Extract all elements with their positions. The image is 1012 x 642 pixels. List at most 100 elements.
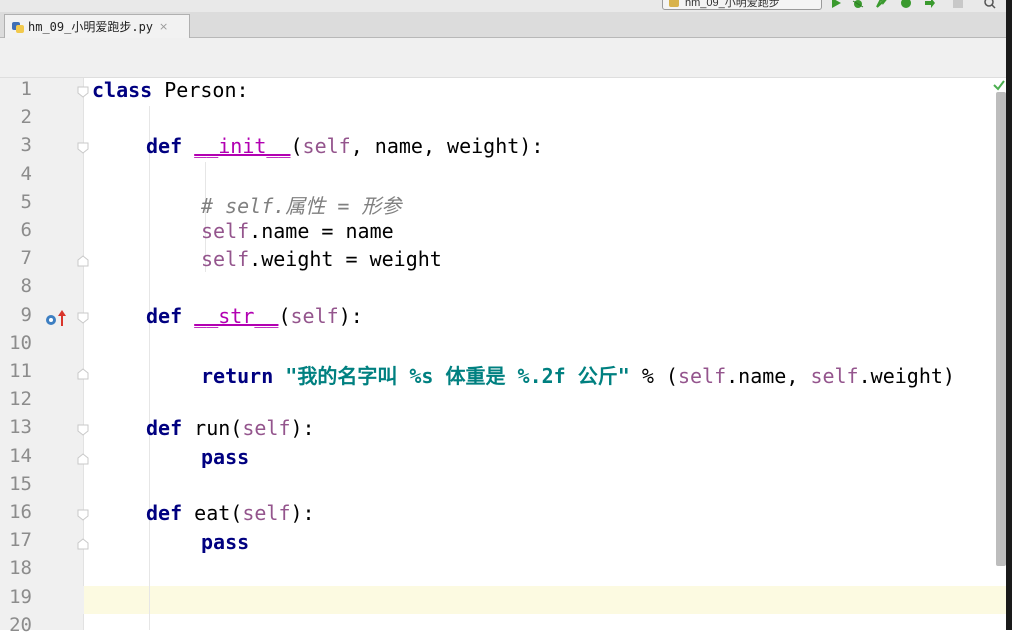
line-number: 1	[20, 78, 32, 100]
keyword: class	[92, 78, 153, 102]
line-number: 14	[9, 444, 32, 467]
inspection-ok-icon[interactable]	[992, 78, 1006, 92]
line-number: 6	[20, 219, 32, 241]
stop-icon[interactable]	[952, 0, 964, 9]
line-number: 4	[20, 162, 32, 185]
line-number: 8	[20, 275, 32, 298]
code-text: run(	[182, 416, 243, 440]
editor-tab-label: hm_09_小明爱跑步.py	[28, 20, 154, 34]
line-number: 10	[9, 331, 32, 354]
line-number: 16	[9, 501, 32, 523]
code-text: % (	[629, 364, 678, 388]
keyword: def	[146, 304, 183, 328]
keyword: pass	[201, 530, 250, 554]
code-text: eat(	[182, 501, 243, 525]
self-keyword: self	[810, 364, 859, 388]
code-text: ):	[338, 304, 363, 328]
python-file-icon	[12, 21, 24, 33]
code-line-17: pass	[201, 530, 249, 558]
editor-tab[interactable]: hm_09_小明爱跑步.py ×	[4, 14, 190, 38]
fold-collapse-icon[interactable]	[76, 78, 90, 106]
code-line-3: def __init__(self, name, weight):	[146, 134, 543, 162]
fold-end-icon[interactable]	[76, 445, 90, 473]
code-line-16: def eat(self):	[146, 501, 315, 529]
self-keyword: self	[201, 247, 250, 271]
fold-end-icon[interactable]	[76, 247, 90, 275]
code-line-14: pass	[201, 445, 249, 473]
coverage-icon[interactable]	[876, 0, 888, 9]
line-number: 5	[20, 190, 32, 213]
search-icon[interactable]	[984, 0, 996, 9]
self-keyword: self	[677, 364, 727, 388]
line-number: 13	[9, 416, 32, 439]
code-text: ):	[290, 416, 315, 440]
line-number: 19	[9, 585, 32, 608]
line-number: 20	[9, 613, 32, 636]
fold-collapse-icon[interactable]	[76, 304, 90, 332]
python-config-icon	[669, 0, 679, 7]
profile-icon[interactable]	[900, 0, 912, 9]
self-keyword: self	[242, 501, 291, 525]
editor-tab-bar: hm_09_小明爱跑步.py ×	[0, 12, 1012, 38]
run-icon[interactable]	[830, 0, 842, 9]
magic-method-name: __str__	[194, 304, 279, 328]
magic-method-name: __init__	[194, 134, 291, 158]
override-method-icon[interactable]	[44, 309, 70, 329]
code-text: Person:	[152, 78, 249, 102]
keyword: def	[146, 501, 183, 525]
string-literal: "我的名字叫 %s 体重是 %.2f 公斤"	[285, 364, 630, 388]
code-text: .name,	[726, 364, 811, 388]
keyword: return	[201, 364, 274, 388]
line-number: 15	[9, 472, 32, 495]
main-toolbar: hm_09_小明爱跑步	[0, 0, 1012, 12]
close-tab-icon[interactable]: ×	[159, 20, 168, 33]
code-text: , name, weight):	[350, 134, 544, 158]
indent-guide	[149, 106, 150, 630]
self-keyword: self	[302, 134, 351, 158]
line-number: 7	[20, 247, 32, 270]
code-line-9: def __str__(self):	[146, 304, 363, 332]
fold-end-icon[interactable]	[76, 530, 90, 558]
fold-collapse-icon[interactable]	[76, 501, 90, 529]
self-keyword: self	[242, 416, 291, 440]
code-line-13: def run(self):	[146, 416, 315, 444]
code-line-7: self.weight = weight	[201, 247, 442, 275]
fold-end-icon[interactable]	[76, 360, 90, 388]
vertical-scrollbar[interactable]	[996, 92, 1006, 566]
code-text: .name = name	[249, 219, 394, 243]
editor-header-strip	[0, 38, 1012, 78]
self-keyword: self	[201, 219, 250, 243]
line-number: 18	[9, 557, 32, 580]
code-text: .weight = weight	[249, 247, 442, 271]
keyword: pass	[201, 445, 250, 469]
code-line-1: class Person:	[92, 78, 249, 106]
line-number: 12	[9, 388, 32, 411]
code-text: .weight)	[858, 364, 955, 388]
fold-collapse-icon[interactable]	[76, 416, 90, 444]
code-line-5: # self.属性 = 形参	[201, 190, 401, 218]
code-line-6: self.name = name	[201, 219, 394, 247]
step-icon[interactable]	[924, 0, 936, 9]
run-configuration-label: hm_09_小明爱跑步	[685, 0, 780, 9]
code-line-11: return "我的名字叫 %s 体重是 %.2f 公斤" % (self.na…	[201, 360, 955, 388]
keyword: def	[146, 134, 183, 158]
line-number: 2	[20, 106, 32, 129]
code-text: (	[290, 134, 303, 158]
self-keyword: self	[290, 304, 339, 328]
current-line-highlight	[84, 586, 1006, 614]
fold-collapse-icon[interactable]	[76, 134, 90, 162]
code-text: ):	[290, 501, 315, 525]
line-number: 3	[20, 134, 32, 157]
line-number: 9	[20, 303, 32, 326]
debug-icon[interactable]	[852, 0, 864, 9]
code-comment: # self.属性 = 形参	[201, 194, 402, 218]
line-number: 11	[9, 360, 32, 382]
run-configuration-dropdown[interactable]: hm_09_小明爱跑步	[662, 0, 822, 10]
code-text: (	[278, 304, 291, 328]
line-number: 17	[9, 529, 32, 552]
window-edge	[1006, 0, 1012, 630]
keyword: def	[146, 416, 183, 440]
